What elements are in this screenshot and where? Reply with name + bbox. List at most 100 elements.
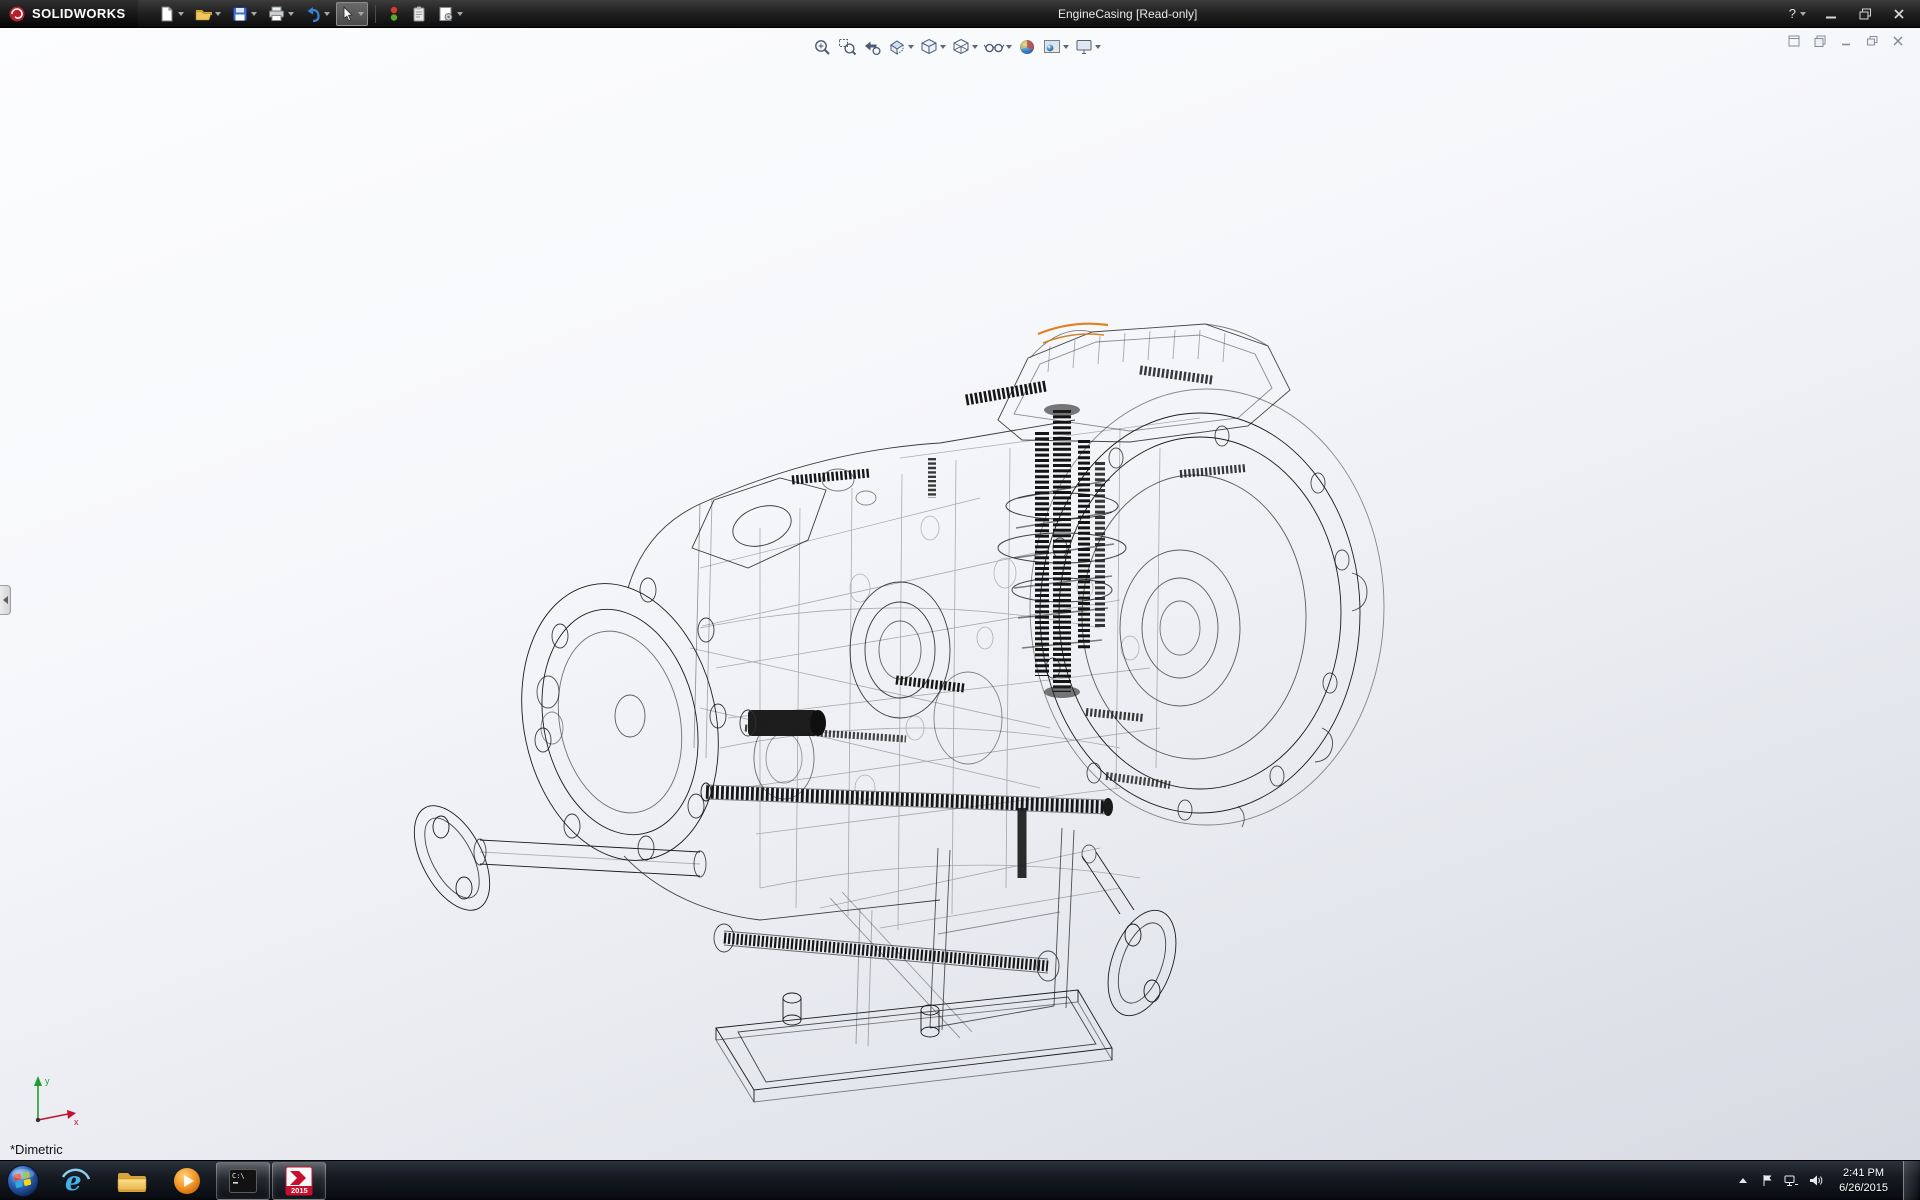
command-prompt-icon: C:\ xyxy=(228,1168,258,1194)
close-button[interactable] xyxy=(1890,5,1908,23)
solidworks-app-icon: 2015 xyxy=(285,1166,313,1196)
solidworks-window: SOLIDWORKS xyxy=(0,0,1920,1200)
model-shafts xyxy=(701,370,1246,981)
minimize-icon xyxy=(1825,8,1837,20)
previous-view-icon xyxy=(862,37,882,57)
taskbar-clock[interactable]: 2:41 PM 6/26/2015 xyxy=(1833,1166,1894,1195)
file-properties-button[interactable] xyxy=(407,2,431,26)
chevron-left-icon xyxy=(3,596,8,604)
speaker-icon xyxy=(1808,1173,1824,1188)
toolbar-separator xyxy=(375,5,376,23)
hide-show-items-button[interactable] xyxy=(981,34,1014,60)
flag-icon xyxy=(1761,1173,1774,1188)
undo-arrow-icon xyxy=(304,5,322,23)
restore-icon xyxy=(1859,8,1872,20)
feature-manager-flyout-tab[interactable] xyxy=(0,585,11,615)
doc-minimize-button[interactable] xyxy=(1838,33,1854,49)
apply-scene-button[interactable] xyxy=(1040,34,1071,60)
dassault-3ds-icon xyxy=(8,5,26,23)
edit-appearance-button[interactable] xyxy=(1015,34,1039,60)
solidworks-version-badge: 2015 xyxy=(291,1186,308,1195)
apply-scene-icon xyxy=(1042,37,1062,57)
section-view-button[interactable] xyxy=(885,34,916,60)
clock-time: 2:41 PM xyxy=(1839,1166,1888,1180)
document-window-controls xyxy=(1786,33,1906,49)
zoom-to-fit-button[interactable] xyxy=(810,34,834,60)
appearance-ball-icon xyxy=(1017,37,1037,57)
title-area: EngineCasing [Read-only] xyxy=(467,7,1789,21)
rebuild-button[interactable] xyxy=(383,2,405,26)
model-top-cover xyxy=(998,324,1290,442)
brand-name: SOLIDWORKS xyxy=(32,6,126,21)
help-label: ? xyxy=(1789,6,1796,21)
solidworks-menu-logo[interactable]: SOLIDWORKS xyxy=(0,0,138,27)
hide-show-glasses-icon xyxy=(983,37,1005,57)
minimize-button[interactable] xyxy=(1822,5,1840,23)
open-folder-icon xyxy=(194,5,213,23)
doc-close-button[interactable] xyxy=(1890,33,1906,49)
clipboard-icon xyxy=(411,5,427,23)
doc-minimize-icon xyxy=(1840,35,1852,47)
display-style-button[interactable] xyxy=(949,34,980,60)
titlebar: SOLIDWORKS xyxy=(0,0,1920,28)
model-body xyxy=(624,420,1075,920)
open-document-button[interactable] xyxy=(190,2,225,26)
model-internal-edges xyxy=(690,418,1200,930)
network-icon xyxy=(1783,1173,1799,1188)
previous-view-button[interactable] xyxy=(860,34,884,60)
internet-explorer-icon: e xyxy=(60,1166,90,1196)
display-style-wireframe-icon xyxy=(951,37,971,57)
restore-button[interactable] xyxy=(1856,5,1874,23)
section-view-icon xyxy=(887,37,907,57)
start-button[interactable] xyxy=(0,1161,46,1200)
system-tray: 2:41 PM 6/26/2015 xyxy=(1734,1161,1920,1200)
options-gear-sheet-icon xyxy=(437,5,455,23)
close-icon xyxy=(1893,8,1905,20)
media-player-icon xyxy=(172,1166,202,1196)
graphics-area[interactable]: y x *Dimetric xyxy=(0,28,1920,1160)
view-orientation-label: *Dimetric xyxy=(10,1142,63,1157)
model-left-flange xyxy=(497,565,743,879)
doc-restore-icon xyxy=(1866,35,1879,47)
taskbar-command-prompt[interactable]: C:\ xyxy=(216,1162,270,1200)
zoom-to-area-button[interactable] xyxy=(835,34,859,60)
show-hidden-icons-button[interactable] xyxy=(1734,1161,1752,1200)
document-title: EngineCasing [Read-only] xyxy=(1058,7,1197,21)
triad-x-label: x xyxy=(74,1117,79,1127)
taskbar-media-player[interactable] xyxy=(160,1161,214,1200)
taskbar-windows-explorer[interactable] xyxy=(104,1161,158,1200)
windows-start-orb-icon xyxy=(6,1164,40,1198)
window-page-icon xyxy=(1787,34,1801,48)
help-button[interactable]: ? xyxy=(1789,6,1806,21)
select-tool-button[interactable] xyxy=(336,2,368,26)
network-status[interactable] xyxy=(1783,1173,1799,1188)
undo-button[interactable] xyxy=(300,2,334,26)
clock-date: 6/26/2015 xyxy=(1839,1181,1888,1195)
new-document-button[interactable] xyxy=(154,2,188,26)
doc-close-icon xyxy=(1892,35,1904,47)
select-cursor-icon xyxy=(340,5,356,23)
new-document-icon xyxy=(158,5,176,23)
options-button[interactable] xyxy=(433,2,467,26)
model-left-lever xyxy=(399,794,706,923)
orientation-triad: y x xyxy=(24,1072,84,1128)
print-button[interactable] xyxy=(263,2,298,26)
new-window-button[interactable] xyxy=(1786,33,1802,49)
view-settings-icon xyxy=(1074,37,1094,57)
model-stand xyxy=(830,828,1074,1046)
windows-taskbar: e C:\ xyxy=(0,1160,1920,1200)
view-orientation-button[interactable] xyxy=(917,34,948,60)
engine-wireframe-model[interactable] xyxy=(0,28,1920,1160)
doc-restore-button[interactable] xyxy=(1864,33,1880,49)
view-settings-button[interactable] xyxy=(1072,34,1103,60)
save-button[interactable] xyxy=(227,2,261,26)
show-desktop-button[interactable] xyxy=(1903,1161,1918,1200)
taskbar-internet-explorer[interactable]: e xyxy=(48,1161,102,1200)
folder-icon xyxy=(115,1167,147,1195)
taskbar-solidworks[interactable]: 2015 xyxy=(272,1162,326,1200)
volume-control[interactable] xyxy=(1808,1173,1824,1188)
tray-app-icon[interactable] xyxy=(1761,1173,1774,1188)
rebuild-traffic-icon xyxy=(387,5,401,23)
cascade-windows-button[interactable] xyxy=(1812,33,1828,49)
window-controls: ? xyxy=(1789,5,1920,23)
